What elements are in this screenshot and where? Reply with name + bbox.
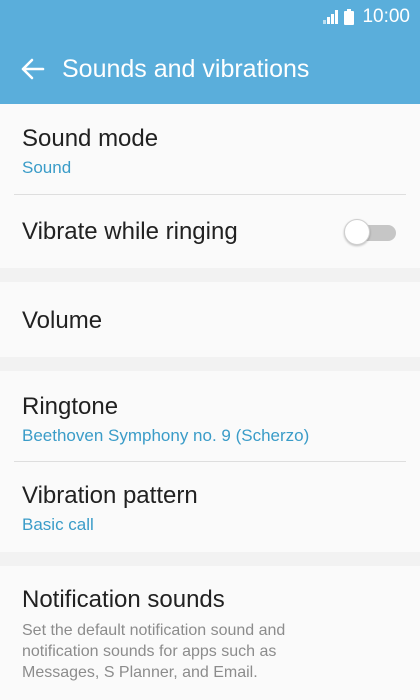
vibrate-while-ringing-title: Vibrate while ringing	[22, 218, 238, 245]
status-bar: 10:00	[0, 0, 420, 34]
ringtone-card: Ringtone Beethoven Symphony no. 9 (Scher…	[0, 371, 420, 552]
sound-mode-item[interactable]: Sound mode Sound	[0, 104, 420, 194]
sound-settings-card: Sound mode Sound Vibrate while ringing	[0, 104, 420, 268]
notification-sounds-title: Notification sounds	[22, 586, 225, 613]
status-time: 10:00	[362, 6, 410, 27]
volume-card: Volume	[0, 282, 420, 357]
volume-title: Volume	[22, 307, 103, 334]
battery-icon	[344, 9, 355, 25]
toggle-thumb	[344, 219, 370, 245]
vibration-pattern-value: Basic call	[22, 515, 94, 534]
ringtone-value: Beethoven Symphony no. 9 (Scherzo)	[22, 426, 310, 445]
notification-card: Notification sounds Set the default noti…	[0, 566, 420, 700]
back-arrow-icon	[21, 58, 45, 80]
sound-mode-value: Sound	[22, 158, 72, 177]
vibration-pattern-title: Vibration pattern	[22, 482, 198, 509]
vibration-pattern-item[interactable]: Vibration pattern Basic call	[0, 462, 420, 552]
sound-mode-title: Sound mode	[22, 125, 159, 152]
ringtone-item[interactable]: Ringtone Beethoven Symphony no. 9 (Scher…	[0, 371, 420, 461]
page-title: Sounds and vibrations	[62, 54, 310, 83]
vibrate-while-ringing-toggle[interactable]	[344, 219, 396, 245]
notification-sounds-description: Set the default notification sound and n…	[22, 622, 286, 681]
ringtone-title: Ringtone	[22, 393, 119, 420]
vibrate-while-ringing-item[interactable]: Vibrate while ringing	[0, 195, 420, 268]
app-bar: Sounds and vibrations	[0, 34, 420, 104]
notification-sounds-item[interactable]: Notification sounds Set the default noti…	[0, 566, 420, 700]
volume-item[interactable]: Volume	[0, 282, 420, 357]
signal-icon	[323, 10, 339, 24]
back-button[interactable]	[16, 52, 50, 86]
